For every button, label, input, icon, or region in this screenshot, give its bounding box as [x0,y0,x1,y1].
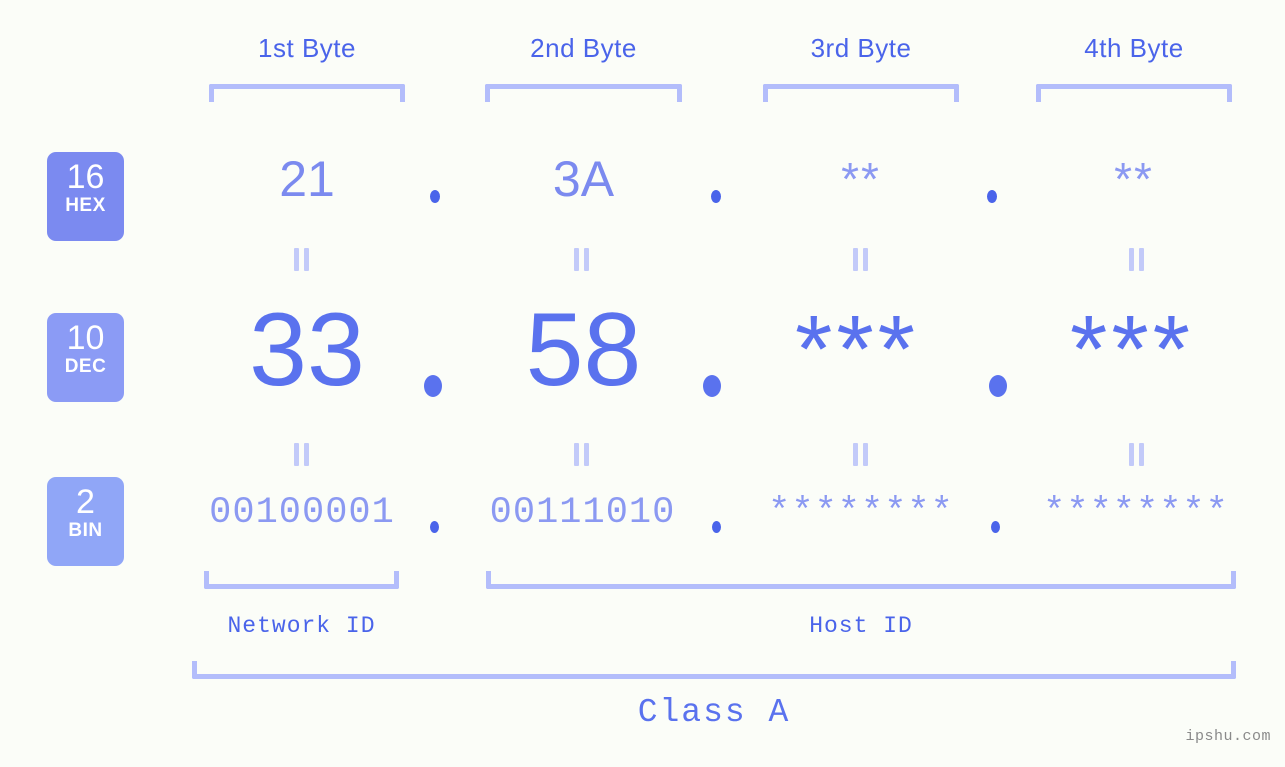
bin-byte-3-value: ******** [768,492,954,534]
hex-byte-4-value: ** [1114,153,1154,205]
equals-mark-hex-dec-4 [1127,248,1146,271]
byte-bracket-3 [763,84,959,102]
bin-separator-2 [712,521,721,533]
base-badge-hex-name: HEX [65,195,106,216]
equals-mark-dec-bin-4 [1127,443,1146,466]
hex-byte-2-value: 3A [552,151,615,207]
equals-mark-dec-bin-1 [292,443,311,466]
byte-header-1: 1st Byte [258,33,356,63]
network-id-label: Network ID [227,613,376,639]
equals-mark-hex-dec-2 [572,248,591,271]
byte-header-3: 3rd Byte [810,33,912,63]
base-badge-bin-number: 2 [76,483,95,521]
bin-byte-4-value: ******** [1043,492,1229,534]
dec-separator-3 [989,375,1007,397]
class-label: Class A [637,694,791,731]
dec-separator-2 [703,375,721,397]
bin-separator-3 [991,521,1000,533]
dec-byte-1-value: 33 [249,292,365,408]
base-badge-bin: 2 BIN [47,477,124,566]
host-id-bracket [486,571,1236,589]
base-badge-hex: 16 HEX [47,152,124,241]
equals-mark-hex-dec-3 [851,248,870,271]
equals-mark-hex-dec-1 [292,248,311,271]
byte-bracket-2 [485,84,682,102]
base-badge-dec-number: 10 [66,319,105,357]
bin-byte-2-value: 00111010 [489,492,676,534]
class-bracket [192,661,1236,679]
equals-mark-dec-bin-2 [572,443,591,466]
base-badge-hex-number: 16 [66,158,105,196]
dec-byte-3-value: *** [794,296,920,403]
base-badge-dec: 10 DEC [47,313,124,402]
hex-byte-3-value: ** [841,153,881,205]
byte-bracket-1 [209,84,405,102]
network-id-bracket [204,571,399,589]
hex-byte-1-value: 21 [279,151,335,207]
bin-separator-1 [430,521,439,533]
hex-separator-1 [430,190,440,203]
hex-separator-3 [987,190,997,203]
bin-byte-1-value: 00100001 [209,492,395,534]
base-badge-dec-name: DEC [64,356,107,377]
base-badge-bin-name: BIN [68,520,103,541]
dec-byte-4-value: *** [1069,296,1195,403]
ip-byte-breakdown-diagram: 1st Byte 2nd Byte 3rd Byte 4th Byte 16 H… [0,0,1285,767]
byte-header-4: 4th Byte [1084,33,1184,63]
equals-mark-dec-bin-3 [851,443,870,466]
byte-bracket-4 [1036,84,1232,102]
host-id-label: Host ID [809,613,913,639]
byte-header-2: 2nd Byte [530,33,637,63]
hex-separator-2 [711,190,721,203]
dec-separator-1 [424,375,442,397]
site-watermark: ipshu.com [1185,728,1271,745]
dec-byte-2-value: 58 [525,292,642,408]
